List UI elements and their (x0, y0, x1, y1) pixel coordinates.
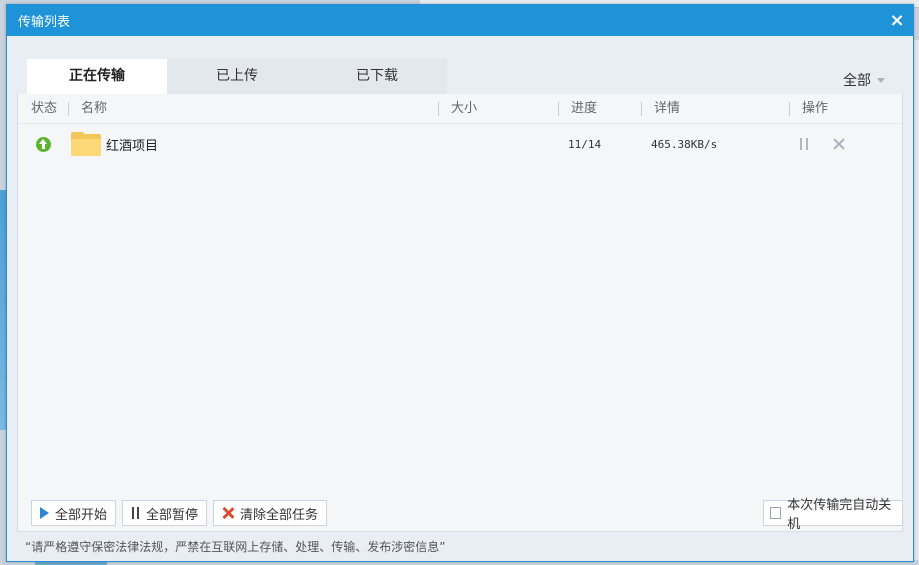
filter-dropdown[interactable]: 全部 (843, 70, 885, 90)
column-divider (641, 101, 642, 116)
chevron-down-icon (877, 77, 885, 83)
column-header-status: 状态 (31, 100, 58, 116)
column-header-detail: 详情 (641, 94, 789, 124)
column-header-actions: 操作 (789, 94, 899, 124)
transfer-panel: 状态 名称 大小 进度 详情 操作 红酒项目 11/14 465.38KB/s (17, 94, 903, 532)
filter-label: 全部 (843, 73, 871, 89)
tab-uploaded[interactable]: 已上传 (167, 59, 307, 94)
close-icon[interactable] (833, 138, 845, 150)
column-header-name: 名称 (68, 94, 438, 124)
name-cell: 红酒项目 (68, 126, 438, 162)
column-divider (558, 101, 559, 116)
tab-transferring[interactable]: 正在传输 (27, 59, 167, 94)
clear-all-label: 清除全部任务 (240, 507, 319, 523)
start-all-label: 全部开始 (55, 507, 108, 523)
table-row[interactable]: 红酒项目 11/14 465.38KB/s (18, 126, 902, 162)
table-header: 状态 名称 大小 进度 详情 操作 (18, 94, 902, 124)
pause-icon (131, 507, 140, 519)
detail-cell: 465.38KB/s (641, 126, 789, 162)
file-name: 红酒项目 (106, 138, 159, 154)
window-title: 传输列表 (18, 15, 71, 30)
play-icon (40, 507, 49, 519)
auto-shutdown-label: 本次传输完自动关机 (787, 498, 892, 532)
column-header-progress: 进度 (558, 94, 641, 124)
legal-notice: “请严格遵守保密法律法规，严禁在互联网上存储、处理、传输、发布涉密信息” (25, 540, 446, 554)
tab-downloaded[interactable]: 已下载 (307, 59, 447, 94)
column-header-size: 大小 (438, 94, 558, 124)
start-all-button[interactable]: 全部开始 (31, 500, 117, 526)
transfer-list-window: 传输列表 × 正在传输 已上传 已下载 全部 状态 名称 大小 进度 详情 操作 (6, 4, 914, 562)
column-divider (438, 101, 439, 116)
titlebar: 传输列表 × (7, 5, 913, 36)
speed-text: 465.38KB/s (651, 137, 718, 151)
clear-all-button[interactable]: 清除全部任务 (213, 500, 328, 526)
column-divider (68, 101, 69, 116)
auto-shutdown-option[interactable]: 本次传输完自动关机 (763, 498, 903, 532)
status-cell (18, 126, 68, 162)
folder-icon (71, 132, 101, 156)
bottom-toolbar: 全部开始 全部暂停 清除全部任务 本次传输完自动关机 (17, 498, 903, 532)
tabs-row: 正在传输 已上传 已下载 全部 (7, 36, 913, 94)
upload-icon (36, 136, 51, 152)
actions-cell (789, 126, 899, 162)
pause-all-label: 全部暂停 (146, 507, 199, 523)
clear-icon (222, 507, 234, 519)
column-divider (789, 101, 790, 116)
pause-icon[interactable] (799, 138, 809, 150)
pause-all-button[interactable]: 全部暂停 (122, 500, 208, 526)
tab-bar: 正在传输 已上传 已下载 (27, 59, 447, 94)
progress-text: 11/14 (568, 137, 602, 151)
auto-shutdown-checkbox[interactable] (770, 507, 782, 519)
progress-cell: 11/14 (558, 126, 641, 162)
close-icon[interactable]: × (889, 11, 905, 29)
size-cell (438, 126, 558, 162)
